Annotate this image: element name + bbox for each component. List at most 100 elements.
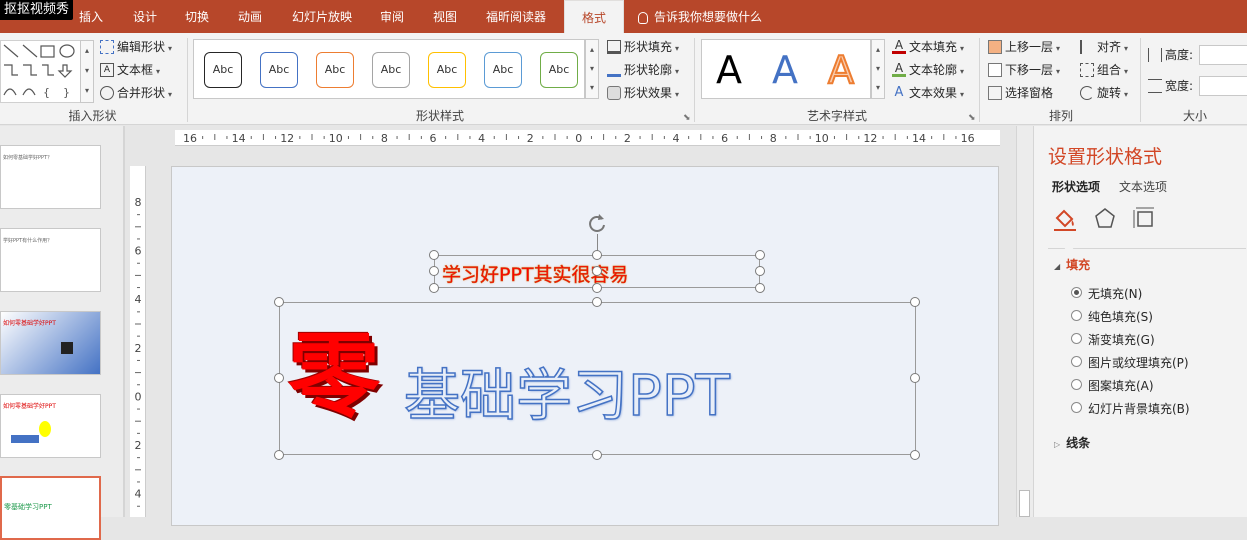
selection-pane-button[interactable]: 选择窗格 — [988, 83, 1053, 103]
tab-design[interactable]: 设计 — [120, 0, 170, 33]
fill-line-icon[interactable] — [1052, 206, 1078, 232]
resize-handle[interactable] — [274, 297, 284, 307]
radio-no-fill[interactable] — [1071, 287, 1082, 298]
send-backward-button[interactable]: 下移一层 ▾ — [988, 60, 1060, 80]
wordart-blue-a[interactable]: A — [772, 48, 798, 92]
tell-me-box[interactable]: 告诉我你想要做什么 — [638, 0, 778, 33]
line-section-header[interactable]: ▷ 线条 — [1054, 434, 1090, 451]
ruler-tick-mark — [299, 136, 301, 139]
option-pattern-fill[interactable]: 图案填充(A) — [1088, 377, 1154, 394]
resize-handle[interactable] — [592, 297, 602, 307]
option-picture-fill[interactable]: 图片或纹理填充(P) — [1088, 354, 1189, 371]
horizontal-ruler[interactable]: 16 14 12 10 8 6 4 2 0 2 4 6 8 10 12 14 16 — [175, 130, 1000, 146]
resize-handle[interactable] — [429, 250, 439, 260]
ruler-tick-mark — [505, 134, 507, 140]
thumbnail-pane-divider[interactable] — [123, 126, 125, 517]
edit-shape-button[interactable]: 编辑形状 ▾ — [100, 37, 172, 57]
dialog-launcher-icon[interactable]: ⬊ — [683, 113, 691, 123]
tab-format[interactable]: 格式 — [564, 0, 624, 33]
tab-view[interactable]: 视图 — [420, 0, 470, 33]
resize-handle[interactable] — [755, 250, 765, 260]
radio-pattern-fill[interactable] — [1071, 379, 1082, 390]
resize-handle[interactable] — [755, 266, 765, 276]
tab-foxit[interactable]: 福昕阅读器 — [478, 0, 554, 33]
group-button[interactable]: 组合 ▾ — [1080, 60, 1128, 80]
option-gradient-fill[interactable]: 渐变填充(G) — [1088, 331, 1155, 348]
rotate-button[interactable]: 旋转 ▾ — [1080, 83, 1128, 103]
title-big-char[interactable]: 零 — [288, 322, 380, 432]
resize-handle[interactable] — [910, 373, 920, 383]
resize-handle[interactable] — [910, 297, 920, 307]
shape-fill-button[interactable]: 形状填充 ▾ — [607, 37, 679, 57]
dialog-launcher-icon[interactable]: ⬊ — [968, 113, 976, 123]
text-outline-button[interactable]: A 文本轮廓 ▾ — [892, 60, 964, 80]
tab-insert[interactable]: 插入 — [66, 0, 116, 33]
tab-slideshow[interactable]: 幻灯片放映 — [284, 0, 360, 33]
wordart-gallery[interactable]: A A A — [701, 39, 871, 99]
option-no-fill[interactable]: 无填充(N) — [1088, 285, 1142, 302]
scrollbar-thumb[interactable] — [1019, 490, 1030, 517]
tab-shape-options[interactable]: 形状选项 — [1052, 178, 1100, 195]
resize-handle[interactable] — [592, 450, 602, 460]
wordart-black-a[interactable]: A — [716, 48, 742, 92]
shape-styles-scroll[interactable]: ▴ ▾ ▾ — [585, 39, 599, 99]
style-preset-2[interactable]: Abc — [260, 52, 298, 88]
style-preset-3[interactable]: Abc — [316, 52, 354, 88]
width-input[interactable] — [1199, 76, 1247, 96]
shape-styles-gallery[interactable]: Abc Abc Abc Abc Abc Abc Abc — [193, 39, 585, 99]
slide-thumbnail-4[interactable]: 如何零基础学好PPT — [0, 394, 101, 458]
thumbnail-text: 如何零基础学好PPT — [3, 320, 56, 327]
ruler-tick-mark — [542, 136, 544, 139]
text-fill-button[interactable]: A 文本填充 ▾ — [892, 37, 964, 57]
editor-vertical-scrollbar[interactable] — [1016, 126, 1033, 517]
tab-review[interactable]: 审阅 — [367, 0, 417, 33]
radio-slide-bg-fill[interactable] — [1071, 402, 1082, 413]
option-slide-bg-fill[interactable]: 幻灯片背景填充(B) — [1088, 400, 1190, 417]
fill-section-header[interactable]: ◢ 填充 — [1054, 256, 1090, 273]
resize-handle[interactable] — [592, 283, 602, 293]
pentagon-effects-icon[interactable] — [1092, 206, 1118, 232]
vertical-ruler[interactable]: 8 6 4 2 0 2 4 — [130, 166, 146, 532]
slide-thumbnail-5[interactable]: 零基础学习PPT — [0, 476, 101, 540]
shape-effects-button[interactable]: 形状效果 ▾ — [607, 83, 679, 103]
wordart-orange-a[interactable]: A — [827, 47, 855, 93]
radio-picture-fill[interactable] — [1071, 356, 1082, 367]
radio-gradient-fill[interactable] — [1071, 333, 1082, 344]
option-solid-fill[interactable]: 纯色填充(S) — [1088, 308, 1153, 325]
resize-handle[interactable] — [274, 373, 284, 383]
align-button[interactable]: 对齐 ▾ — [1080, 37, 1128, 57]
svg-text:{: { — [43, 86, 50, 99]
radio-solid-fill[interactable] — [1071, 310, 1082, 321]
resize-handle[interactable] — [592, 266, 602, 276]
style-preset-5[interactable]: Abc — [428, 52, 466, 88]
style-preset-4[interactable]: Abc — [372, 52, 410, 88]
bring-forward-button[interactable]: 上移一层 ▾ — [988, 37, 1060, 57]
resize-handle[interactable] — [910, 450, 920, 460]
ruler-tick-label: 2 — [527, 132, 534, 145]
tab-text-options[interactable]: 文本选项 — [1119, 178, 1167, 195]
style-preset-1[interactable]: Abc — [204, 52, 242, 88]
resize-handle[interactable] — [274, 450, 284, 460]
text-fill-icon: A — [892, 39, 906, 54]
shapes-gallery-scroll[interactable]: ▴ ▾ ▾ — [80, 40, 94, 103]
shape-outline-button[interactable]: 形状轮廓 ▾ — [607, 60, 679, 80]
style-preset-6[interactable]: Abc — [484, 52, 522, 88]
text-box-button[interactable]: A 文本框 ▾ — [100, 60, 160, 80]
title-text[interactable]: 基础学习PPT — [403, 362, 730, 432]
tab-animations[interactable]: 动画 — [225, 0, 275, 33]
wordart-scroll[interactable]: ▴ ▾ ▾ — [871, 39, 885, 99]
merge-shapes-button[interactable]: 合并形状 ▾ — [100, 83, 172, 103]
tab-transitions[interactable]: 切换 — [172, 0, 222, 33]
slide-thumbnail-2[interactable]: 学好PPT有什么作用？ — [0, 228, 101, 292]
style-preset-7[interactable]: Abc — [540, 52, 578, 88]
text-effects-button[interactable]: A 文本效果 ▾ — [892, 83, 964, 103]
slide-thumbnail-1[interactable]: 如何零基础学好PPT？ — [0, 145, 101, 209]
rotate-handle-icon[interactable] — [585, 211, 609, 235]
slide-thumbnail-3[interactable]: 如何零基础学好PPT — [0, 311, 101, 375]
resize-handle[interactable] — [429, 266, 439, 276]
resize-handle[interactable] — [755, 283, 765, 293]
size-properties-icon[interactable] — [1132, 206, 1158, 232]
height-input[interactable] — [1199, 45, 1247, 65]
resize-handle[interactable] — [592, 250, 602, 260]
resize-handle[interactable] — [429, 283, 439, 293]
